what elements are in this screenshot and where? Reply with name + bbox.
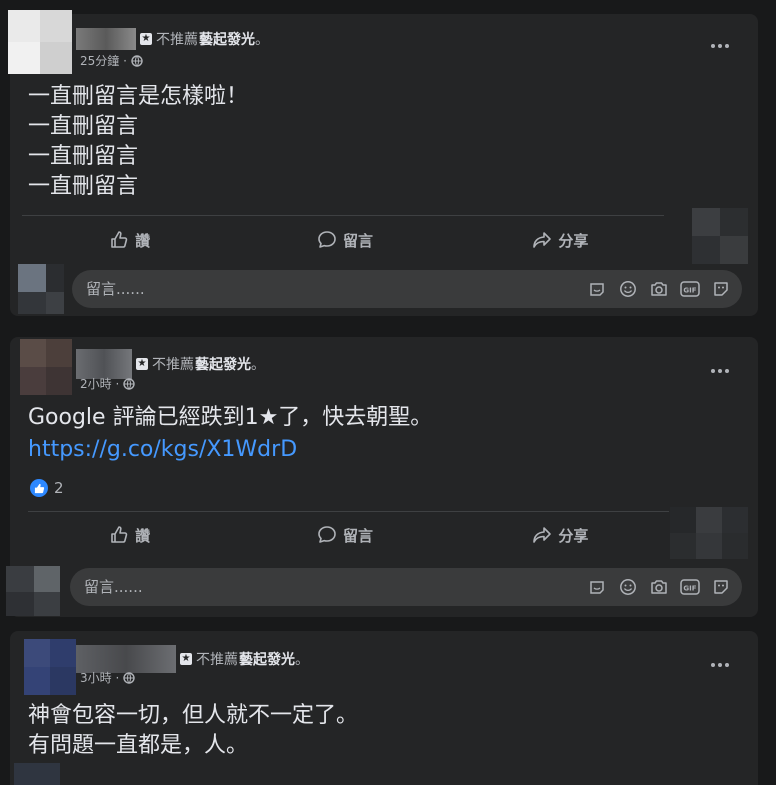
post-link[interactable]: https://g.co/kgs/X1WdrD [28,435,740,465]
comment-icon [318,526,336,543]
share-button[interactable]: 分享 [453,218,668,262]
period: 。 [295,652,309,668]
sticker-icon[interactable] [586,278,608,300]
comment-icon [318,231,336,248]
avatar-sticker-icon[interactable] [710,576,732,598]
blurred-author-name[interactable] [76,28,136,50]
emoji-icon[interactable] [617,576,639,598]
post-meta: 25分鐘 · [80,52,143,69]
more-options-button[interactable] [702,36,738,56]
action-bar: 讚 留言 分享 [22,218,668,262]
post-card: ★ 不推薦 藝起發光 。 3小時 · 神會包容一切，但人就不一定了。 有問題一直… [10,631,758,785]
like-button[interactable]: 讚 [22,218,237,262]
comment-input[interactable] [82,577,577,597]
author-avatar[interactable] [24,639,76,695]
page-name-link[interactable]: 藝起發光 [199,29,255,49]
page-name-link[interactable]: 藝起發光 [239,649,295,669]
like-label: 讚 [135,526,151,545]
comment-button[interactable]: 留言 [237,513,452,557]
reaction-count: 2 [54,479,64,497]
post-text: 神會包容一切，但人就不一定了。 有問題一直都是，人。 [28,703,359,758]
gif-icon[interactable]: GIF [679,576,701,598]
commenter-avatar [0,566,62,616]
comment-label: 留言 [342,231,373,250]
period: 。 [251,357,265,373]
gif-icon[interactable]: GIF [679,278,701,300]
camera-icon[interactable] [648,576,670,598]
comment-button[interactable]: 留言 [237,218,452,262]
more-icon [711,663,715,667]
author-tag: 不推薦 [152,357,194,373]
commenter-avatar [14,763,60,785]
post-meta: 3小時 · [80,669,135,686]
globe-icon [123,377,135,390]
author-tag: 不推薦 [156,32,198,48]
avatar-sticker-icon[interactable] [710,278,732,300]
share-icon [533,527,552,543]
author-line: ★ 不推薦 藝起發光 。 [76,28,269,50]
post-time[interactable]: 25分鐘 [80,52,119,69]
post-card: ★ 不推薦 藝起發光 。 2小時 · Google 評論已經跌到1★了，快去朝聖… [6,337,758,617]
blurred-area [670,507,748,559]
more-icon [711,369,715,373]
post-time[interactable]: 2小時 [80,375,112,392]
like-button[interactable]: 讚 [22,513,237,557]
star-badge-icon: ★ [136,358,148,370]
divider [28,511,669,512]
comment-box: GIF [72,270,742,308]
comment-label: 留言 [342,526,373,545]
blurred-area [692,208,748,264]
emoji-icon[interactable] [617,278,639,300]
action-bar: 讚 留言 分享 [22,513,668,557]
share-button[interactable]: 分享 [453,513,668,557]
globe-icon [123,671,135,684]
share-label: 分享 [558,231,589,250]
comment-row: GIF [10,264,758,314]
svg-text:GIF: GIF [683,287,696,295]
sticker-icon[interactable] [586,576,608,598]
divider [22,215,664,216]
reaction-summary[interactable]: 2 [30,479,64,497]
like-reaction-icon [30,479,48,497]
more-options-button[interactable] [702,655,738,675]
like-label: 讚 [135,231,151,250]
svg-text:GIF: GIF [683,585,696,593]
post-card: ★ 不推薦 藝起發光 。 25分鐘 · 一直刪留言是怎樣啦！ 一直刪留言 一直刪… [8,10,758,316]
star-badge-icon: ★ [180,653,192,665]
comment-box: GIF [70,568,742,606]
more-options-button[interactable] [702,361,738,381]
page-name-link[interactable]: 藝起發光 [195,354,251,374]
author-tag: 不推薦 [196,652,238,668]
share-label: 分享 [558,526,589,545]
like-icon [111,526,128,543]
star-badge-icon: ★ [140,33,152,45]
post-text: Google 評論已經跌到1★了，快去朝聖。 [28,405,433,430]
camera-icon[interactable] [648,278,670,300]
share-icon [533,232,552,248]
globe-icon [131,54,143,67]
post-meta: 2小時 · [80,375,135,392]
like-icon [111,231,128,248]
author-avatar[interactable] [20,339,72,395]
commenter-avatar [0,264,64,314]
comment-row: GIF [6,566,758,616]
post-text: 一直刪留言是怎樣啦！ 一直刪留言 一直刪留言 一直刪留言 [28,84,249,199]
period: 。 [255,32,269,48]
author-avatar[interactable] [8,10,72,74]
more-icon [711,44,715,48]
comment-input[interactable] [84,279,577,299]
post-time[interactable]: 3小時 [80,669,112,686]
